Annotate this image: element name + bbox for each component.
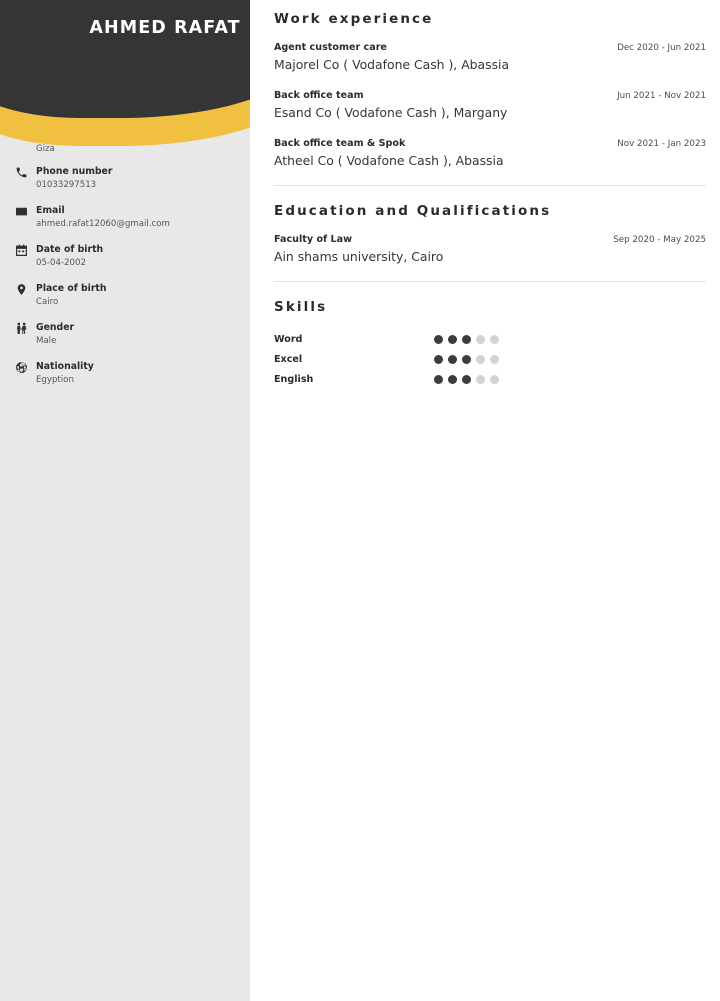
info-value: 05-04-2002 bbox=[36, 257, 86, 268]
entry-title: Agent customer care bbox=[274, 42, 387, 53]
rating-dot-filled bbox=[462, 334, 471, 344]
education-entry: Faculty of Law Sep 2020 - May 2025 Ain s… bbox=[274, 233, 706, 265]
email-icon bbox=[15, 205, 28, 218]
info-item-phone: Phone number 01033297513 bbox=[0, 165, 250, 204]
skill-rating-dots bbox=[434, 374, 499, 384]
skill-row: Word bbox=[274, 329, 706, 349]
skill-name: Word bbox=[274, 333, 303, 345]
info-label: Place of birth bbox=[36, 282, 107, 294]
entry-title: Back office team bbox=[274, 90, 364, 101]
work-experience-heading: Work experience bbox=[274, 11, 434, 27]
candidate-name: AHMED RAFAT bbox=[89, 18, 241, 38]
skills-section: Skills Word Excel English bbox=[274, 299, 706, 389]
skill-rating-dots bbox=[434, 354, 499, 364]
gender-icon bbox=[15, 322, 28, 335]
rating-dot-filled bbox=[448, 354, 457, 364]
entry-subtitle: Atheel Co ( Vodafone Cash ), Abassia bbox=[274, 153, 504, 168]
entry-title: Back office team & Spok bbox=[274, 138, 406, 149]
globe-icon bbox=[15, 361, 28, 374]
rating-dot-empty bbox=[476, 334, 485, 344]
rating-dot-filled bbox=[462, 374, 471, 384]
education-section: Education and Qualifications Faculty of … bbox=[274, 203, 706, 265]
rating-dot-filled bbox=[448, 374, 457, 384]
entry-date: Jun 2021 - Nov 2021 bbox=[617, 91, 706, 101]
info-label: Date of birth bbox=[36, 243, 104, 255]
rating-dot-filled bbox=[448, 334, 457, 344]
main-content: Work experience Agent customer care Dec … bbox=[250, 0, 720, 1001]
entry-subtitle: Majorel Co ( Vodafone Cash ), Abassia bbox=[274, 57, 510, 72]
education-heading: Education and Qualifications bbox=[274, 203, 552, 219]
info-label: Phone number bbox=[36, 165, 113, 177]
entry-date: Dec 2020 - Jun 2021 bbox=[617, 43, 706, 53]
skill-row: English bbox=[274, 369, 706, 389]
entry-date: Sep 2020 - May 2025 bbox=[613, 235, 706, 245]
entry-subtitle: Esand Co ( Vodafone Cash ), Margany bbox=[274, 105, 508, 120]
entry-subtitle: Ain shams university, Cairo bbox=[274, 249, 444, 264]
work-experience-section: Work experience Agent customer care Dec … bbox=[274, 11, 706, 169]
entry-title: Faculty of Law bbox=[274, 234, 353, 245]
calendar-icon bbox=[15, 244, 28, 257]
rating-dot-empty bbox=[490, 354, 499, 364]
rating-dot-filled bbox=[462, 354, 471, 364]
work-entry: Agent customer care Dec 2020 - Jun 2021 … bbox=[274, 41, 706, 73]
work-entry: Back office team Jun 2021 - Nov 2021 Esa… bbox=[274, 89, 706, 121]
info-label: Nationality bbox=[36, 360, 94, 372]
info-item-date-of-birth: Date of birth 05-04-2002 bbox=[0, 243, 250, 282]
info-value: ahmed.rafat12060@gmail.com bbox=[36, 218, 170, 229]
skill-name: English bbox=[274, 373, 314, 385]
skills-heading: Skills bbox=[274, 299, 328, 315]
info-label: Email bbox=[36, 204, 65, 216]
info-item-place-of-birth: Place of birth Cairo bbox=[0, 282, 250, 321]
skills-list: Word Excel English bbox=[274, 329, 706, 389]
info-item-nationality: Nationality Egyption bbox=[0, 360, 250, 399]
rating-dot-empty bbox=[490, 374, 499, 384]
info-value: Cairo bbox=[36, 296, 59, 307]
rating-dot-empty bbox=[476, 354, 485, 364]
rating-dot-empty bbox=[476, 374, 485, 384]
entry-date: Nov 2021 - Jan 2023 bbox=[617, 139, 706, 149]
personal-info-list: Address Amer Abdelhaimd Amer - Faisal Gi… bbox=[0, 118, 250, 399]
info-label: Gender bbox=[36, 321, 75, 333]
rating-dot-filled bbox=[434, 374, 443, 384]
section-divider bbox=[274, 185, 706, 186]
skill-rating-dots bbox=[434, 334, 499, 344]
info-value: Male bbox=[36, 335, 57, 346]
rating-dot-filled bbox=[434, 354, 443, 364]
work-entry: Back office team & Spok Nov 2021 - Jan 2… bbox=[274, 137, 706, 169]
sidebar: AHMED RAFAT Personal Address Amer Abdelh… bbox=[0, 0, 250, 1001]
info-item-gender: Gender Male bbox=[0, 321, 250, 360]
phone-icon bbox=[15, 166, 28, 179]
skill-name: Excel bbox=[274, 353, 303, 365]
info-value: 01033297513 bbox=[36, 179, 97, 190]
info-value: Egyption bbox=[36, 374, 74, 385]
info-item-email: Email ahmed.rafat12060@gmail.com bbox=[0, 204, 250, 243]
map-pin-icon bbox=[15, 283, 28, 296]
skill-row: Excel bbox=[274, 349, 706, 369]
rating-dot-filled bbox=[434, 334, 443, 344]
rating-dot-empty bbox=[490, 334, 499, 344]
section-divider bbox=[274, 281, 706, 282]
